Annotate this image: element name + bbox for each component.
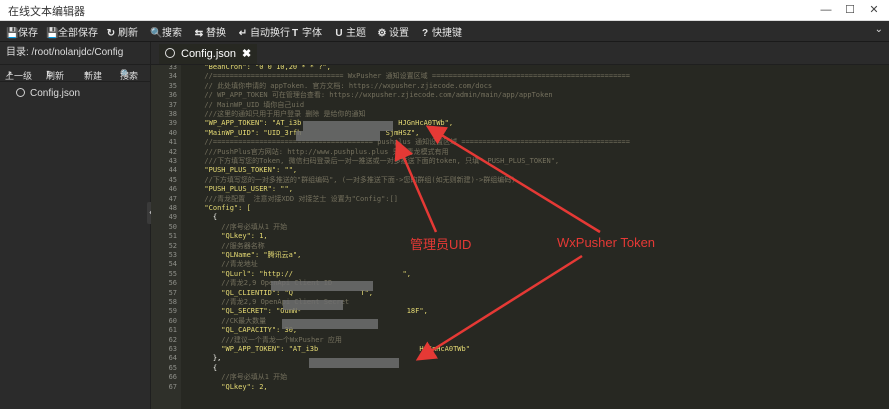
annotation-arrows bbox=[394, 125, 601, 361]
token-arrow-bottom bbox=[415, 254, 583, 361]
wxpusher-token-label: WxPusher Token bbox=[557, 235, 656, 250]
admin-uid-label: 管理员UID bbox=[410, 237, 472, 252]
token-arrow-top bbox=[425, 125, 601, 234]
uid-arrow bbox=[394, 139, 438, 233]
